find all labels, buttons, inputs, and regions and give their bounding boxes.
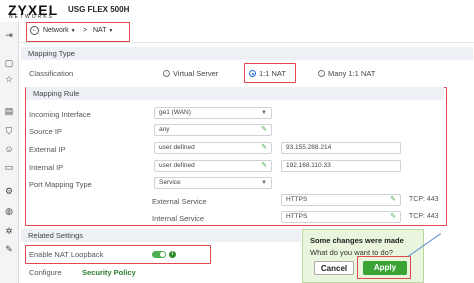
external-service-port: TCP: 443 [409,196,439,203]
pencil-icon[interactable]: ✎ [390,195,396,205]
wrench-icon[interactable]: ✎ [4,244,14,254]
shield-icon[interactable]: ⛉ [4,126,14,136]
mapping-rule-header: Mapping Rule [26,87,444,100]
external-service-value: HTTPS [286,196,308,203]
radio-virtual-server[interactable] [163,70,170,77]
breadcrumb-nat-label: NAT [93,27,107,34]
pencil-icon[interactable]: ✎ [261,125,267,135]
internal-ip-address: 192.168.110.33 [286,162,331,169]
cancel-button[interactable]: Cancel [314,261,354,275]
popup-title: Some changes were made [310,236,404,245]
globe-icon[interactable]: ◍ [4,206,14,216]
configure-label: Configure [29,268,62,277]
brand-subtitle: NETWORKS [9,14,54,20]
radio-many-one-to-one-nat-label: Many 1:1 NAT [328,69,376,78]
pencil-icon[interactable]: ✎ [261,143,267,153]
security-policy-link[interactable]: Security Policy [82,268,136,277]
info-icon[interactable]: i [169,251,176,258]
settings-icon[interactable]: ⚙ [4,186,14,196]
nat-loopback-label: Enable NAT Loopback [29,250,104,259]
internal-service-label: Internal Service [152,214,205,223]
breadcrumb-item-nat[interactable]: NAT ▼ [93,27,113,34]
back-arrow-icon[interactable]: ← [30,26,39,35]
external-service-select[interactable]: HTTPS ✎ [281,194,401,206]
radio-one-to-one-nat[interactable] [249,70,256,77]
incoming-interface-value: ge1 (WAN) [159,109,191,116]
source-ip-label: Source IP [29,127,62,136]
menu-collapse-icon[interactable]: ⇥ [4,30,14,40]
mapping-type-header: Mapping Type [21,47,473,60]
nat-loopback-toggle[interactable] [152,251,166,258]
internal-service-value: HTTPS [286,213,308,220]
apply-button-highlight [357,256,411,279]
classification-label: Classification [29,69,74,78]
source-ip-value: any [159,126,170,133]
star-icon[interactable]: ☆ [4,74,14,84]
internal-service-select[interactable]: HTTPS ✎ [281,211,401,223]
device-model: USG FLEX 500H [68,5,130,14]
external-ip-address: 93.155.288.214 [286,144,332,151]
external-ip-value: user defined [159,144,195,151]
pencil-icon[interactable]: ✎ [390,212,396,222]
gear-icon[interactable]: ✲ [4,226,14,236]
breadcrumb-network-label: Network [43,27,69,34]
external-ip-address-input[interactable]: 93.155.288.214 [281,142,401,154]
chevron-down-icon: ▼ [261,110,267,116]
user-icon[interactable]: ☺ [4,144,14,154]
incoming-interface-select[interactable]: ge1 (WAN) ▼ [154,107,272,119]
pencil-icon[interactable]: ✎ [261,161,267,171]
chevron-down-icon: ▼ [108,28,114,34]
radio-one-to-one-nat-label: 1:1 NAT [259,69,286,78]
source-ip-select[interactable]: any ✎ [154,124,272,136]
internal-service-port: TCP: 443 [409,213,439,220]
external-service-label: External Service [152,197,207,206]
incoming-interface-label: Incoming Interface [29,110,91,119]
sidebar: ⇥ ▢ ☆ ▤ ⛉ ☺ ▭ ⚙ ◍ ✲ ✎ [0,22,19,283]
internal-ip-label: Internal IP [29,163,64,172]
chevron-down-icon: ▼ [70,28,76,34]
port-mapping-type-label: Port Mapping Type [29,180,92,189]
breadcrumb-highlight [26,22,130,42]
breadcrumb-separator: > [83,27,88,34]
internal-ip-address-input[interactable]: 192.168.110.33 [281,160,401,172]
monitor-icon[interactable]: ▤ [4,106,14,116]
internal-ip-value: user defined [159,162,195,169]
breadcrumb-item-network[interactable]: Network ▼ [43,27,76,34]
port-mapping-type-select[interactable]: Service ▼ [154,177,272,189]
radio-virtual-server-label: Virtual Server [173,69,219,78]
internal-ip-select[interactable]: user defined ✎ [154,160,272,172]
dashboard-icon[interactable]: ▢ [4,58,14,68]
chevron-down-icon: ▼ [261,180,267,186]
port-mapping-type-value: Service [159,179,181,186]
radio-many-one-to-one-nat[interactable] [318,70,325,77]
document-icon[interactable]: ▭ [4,162,14,172]
external-ip-select[interactable]: user defined ✎ [154,142,272,154]
external-ip-label: External IP [29,145,66,154]
related-settings-header: Related Settings [21,229,301,242]
